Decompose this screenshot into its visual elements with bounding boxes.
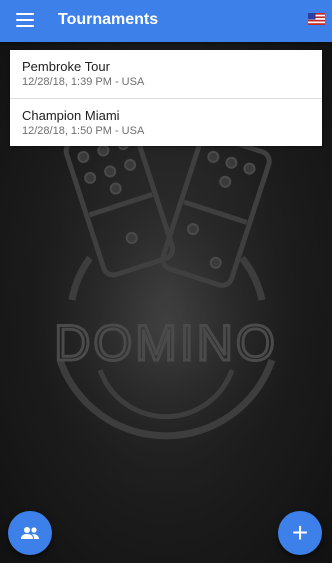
us-flag-icon[interactable] xyxy=(308,13,325,25)
tournament-list: Pembroke Tour 12/28/18, 1:39 PM - USA Ch… xyxy=(10,50,322,146)
page-title: Tournaments xyxy=(58,11,159,28)
menu-icon[interactable] xyxy=(16,13,34,29)
tournament-subtitle: 12/28/18, 1:50 PM - USA xyxy=(22,125,145,137)
domino-logo-text: DOMINO xyxy=(54,315,278,371)
group-icon xyxy=(21,527,39,539)
tournament-name: Pembroke Tour xyxy=(22,59,110,74)
add-tournament-button[interactable]: + xyxy=(278,511,322,555)
plus-icon: + xyxy=(291,517,309,548)
tournament-subtitle: 12/28/18, 1:39 PM - USA xyxy=(22,76,145,88)
tournament-item[interactable]: Pembroke Tour 12/28/18, 1:39 PM - USA xyxy=(10,50,322,98)
tournament-name: Champion Miami xyxy=(22,108,120,123)
players-button[interactable] xyxy=(8,511,52,555)
app-bar: Tournaments xyxy=(0,0,332,42)
tournament-item[interactable]: Champion Miami 12/28/18, 1:50 PM - USA xyxy=(10,98,322,146)
